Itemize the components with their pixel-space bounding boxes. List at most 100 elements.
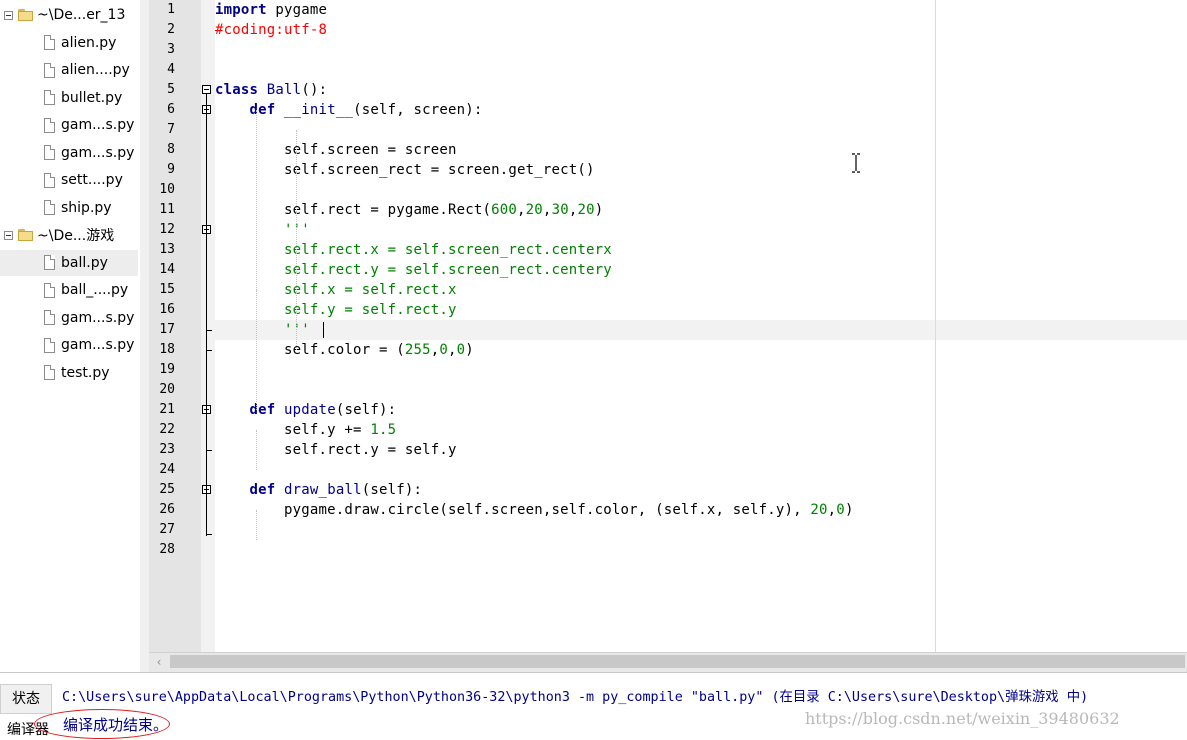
file-tree-sidebar: ~\De...er_13 alien.py alien....py bullet.py…	[0, 0, 141, 672]
file-icon	[44, 337, 55, 353]
code-token: def	[249, 102, 276, 118]
fold-end-marker	[206, 534, 212, 535]
code-line[interactable]: self.rect.y = self.screen_rect.centery	[215, 260, 612, 280]
code-line[interactable]: self.rect = pygame.Rect(600,20,30,20)	[215, 200, 603, 220]
file-icon	[44, 365, 55, 380]
code-token: 20	[525, 202, 543, 218]
code-token: 30	[551, 202, 569, 218]
fold-guide	[206, 94, 207, 536]
file-icon	[44, 90, 55, 105]
code-line[interactable]: self.rect.y = self.y	[215, 440, 457, 460]
line-number: 21	[159, 402, 175, 417]
code-line[interactable]: def draw_ball(self):	[215, 480, 422, 500]
code-line[interactable]: def update(self):	[215, 400, 397, 420]
code-token: def	[249, 482, 276, 498]
code-line[interactable]: pygame.draw.circle(self.screen,self.colo…	[215, 500, 854, 520]
indent-guide	[256, 430, 257, 470]
file-label: gam...s.py	[61, 117, 135, 133]
file-item[interactable]: bullet.py	[44, 85, 122, 111]
file-label: test.py	[61, 364, 110, 381]
file-icon	[44, 145, 55, 160]
indent-guide	[296, 130, 297, 350]
code-token: 1.5	[370, 422, 397, 438]
file-label: bullet.py	[61, 89, 123, 106]
file-icon	[44, 282, 55, 298]
file-item[interactable]: gam...s.py	[44, 140, 134, 166]
line-number: 8	[167, 142, 175, 157]
code-line[interactable]: class Ball():	[215, 80, 327, 100]
sidebar-splitter[interactable]	[140, 0, 149, 672]
horizontal-scrollbar-thumb[interactable]	[170, 655, 1185, 668]
file-item[interactable]: ball.py	[0, 249, 138, 276]
code-token: 20	[810, 502, 828, 518]
folder-icon	[18, 229, 33, 241]
file-item[interactable]: alien.py	[44, 30, 116, 56]
code-token: 0	[836, 502, 845, 518]
code-token: self.rect.y = self.screen_rect.centery	[284, 262, 612, 278]
folder-item[interactable]: ~\De...er_13	[4, 2, 125, 28]
line-number: 15	[159, 282, 175, 297]
line-number: 3	[167, 42, 175, 57]
code-line[interactable]: self.x = self.rect.x	[215, 280, 457, 300]
collapse-toggle-icon[interactable]	[4, 10, 13, 20]
file-icon	[44, 255, 55, 270]
file-label: sett....py	[61, 172, 123, 188]
file-item[interactable]: ball_....py	[44, 277, 128, 303]
file-label: gam...s.py	[61, 309, 135, 326]
file-item[interactable]: sett....py	[44, 167, 123, 193]
line-number: 16	[159, 302, 175, 317]
code-line[interactable]: #coding:utf-8	[215, 20, 327, 40]
red-annotation-circle	[34, 709, 170, 739]
file-icon	[44, 200, 55, 215]
line-number: 17	[159, 322, 175, 337]
code-token: self.rect.x = self.screen_rect.centerx	[284, 242, 612, 258]
indent-guide	[256, 290, 257, 410]
code-token: 20	[577, 202, 595, 218]
line-number: 14	[159, 262, 175, 277]
scroll-left-arrow-icon[interactable]: ‹	[150, 653, 168, 671]
code-line[interactable]: self.rect.x = self.screen_rect.centerx	[215, 240, 612, 260]
code-token: self.x = self.rect.x	[284, 282, 457, 298]
code-line[interactable]: self.y += 1.5	[215, 420, 396, 440]
current-line-highlight	[215, 320, 1187, 340]
code-token: (self, screen):	[353, 102, 483, 118]
file-item[interactable]: alien....py	[44, 57, 130, 83]
line-number: 26	[159, 502, 175, 517]
code-line[interactable]: self.screen = screen	[215, 140, 457, 160]
code-token: 600	[491, 202, 518, 218]
file-item[interactable]: test.py	[44, 360, 110, 386]
file-label: gam...s.py	[61, 337, 135, 353]
code-token: self.screen_rect = screen.get_rect()	[215, 162, 595, 178]
folder-item[interactable]: ~\De...游戏	[4, 222, 114, 248]
long-line-marker	[935, 0, 936, 652]
code-token: 0	[456, 342, 466, 358]
file-item[interactable]: gam...s.py	[44, 112, 134, 138]
code-token: 0	[439, 342, 449, 358]
line-number: 23	[159, 442, 175, 457]
file-item[interactable]: gam...s.py	[44, 305, 134, 331]
file-icon	[44, 35, 55, 50]
code-token: pygame	[266, 2, 328, 18]
code-line[interactable]: self.screen_rect = screen.get_rect()	[215, 160, 595, 180]
code-token: update	[284, 402, 336, 418]
code-token: )	[594, 202, 604, 218]
collapse-toggle-icon[interactable]	[4, 230, 13, 240]
file-item[interactable]: ship.py	[44, 195, 112, 221]
fold-toggle-icon[interactable]	[202, 85, 211, 94]
line-number: 24	[159, 462, 175, 477]
text-caret	[323, 322, 324, 338]
code-line[interactable]: self.color = (255,0,0)	[215, 340, 474, 360]
file-item[interactable]: gam...s.py	[44, 332, 134, 358]
line-number: 22	[159, 422, 175, 437]
tab-status[interactable]: 状态	[0, 684, 52, 714]
fold-margin[interactable]	[201, 0, 215, 652]
code-line[interactable]: import pygame	[215, 0, 327, 20]
code-line[interactable]: self.y = self.rect.y	[215, 300, 457, 320]
